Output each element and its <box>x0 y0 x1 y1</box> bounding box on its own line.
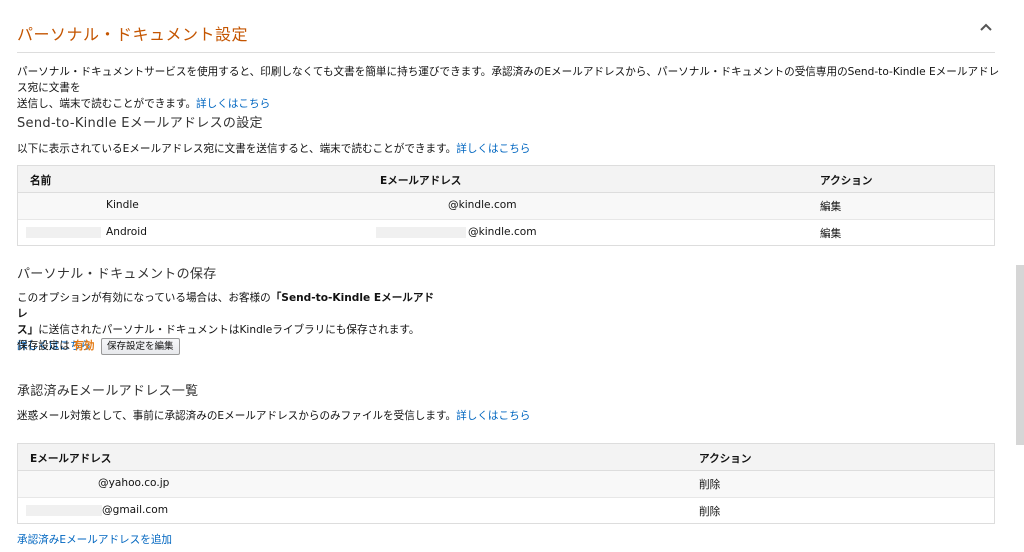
status-value: 有効 <box>73 340 95 352</box>
table-row: @gmail.com 削除 <box>18 497 994 523</box>
column-header-email: Eメールアドレス <box>380 175 462 187</box>
column-header-action: アクション <box>820 175 873 187</box>
send-to-kindle-description: 以下に表示されているEメールアドレス宛に文書を送信すると、端末で読むことができま… <box>17 143 531 155</box>
add-approved-email-link[interactable]: 承認済みEメールアドレスを追加 <box>17 532 172 548</box>
section-title: パーソナル・ドキュメント設定 <box>17 25 249 44</box>
scrollbar-thumb[interactable] <box>1016 265 1024 445</box>
chevron-up-icon <box>980 23 992 31</box>
approved-email: @gmail.com <box>102 504 169 516</box>
edit-link[interactable]: 編集 <box>820 199 841 214</box>
delete-link[interactable]: 削除 <box>699 504 720 519</box>
column-header-name: 名前 <box>30 175 52 187</box>
column-header-email: Eメールアドレス <box>30 453 112 465</box>
approved-list-heading: 承認済みEメールアドレス一覧 <box>17 384 199 399</box>
approved-email: @yahoo.co.jp <box>98 477 170 489</box>
device-email: @kindle.com <box>468 226 537 238</box>
table-row: Android @kindle.com 編集 <box>18 219 994 245</box>
redacted-text <box>26 505 102 516</box>
column-header-action: アクション <box>699 453 752 465</box>
table-row: Kindle @kindle.com 編集 <box>18 193 994 219</box>
device-name: Kindle <box>106 199 139 211</box>
device-email: @kindle.com <box>448 199 517 211</box>
divider <box>17 52 995 53</box>
send-to-kindle-table: 名前 Eメールアドレス アクション Kindle @kindle.com 編集 … <box>17 165 995 246</box>
device-name: Android <box>106 226 147 238</box>
edit-link[interactable]: 編集 <box>820 226 841 241</box>
send-to-kindle-heading: Send-to-Kindle Eメールアドレスの設定 <box>17 116 263 131</box>
delete-link[interactable]: 削除 <box>699 477 720 492</box>
collapse-button[interactable] <box>978 20 994 36</box>
approved-list-description: 迷惑メール対策として、事前に承認済みのEメールアドレスからのみファイルを受信しま… <box>17 410 531 422</box>
edit-archive-settings-button[interactable]: 保存設定を編集 <box>101 338 180 355</box>
table-header: Eメールアドレス アクション <box>18 444 994 471</box>
approved-email-table: Eメールアドレス アクション @yahoo.co.jp 削除 @gmail.co… <box>17 443 995 524</box>
learn-more-link[interactable]: 詳しくはこちら <box>196 98 270 110</box>
redacted-text <box>376 227 466 238</box>
learn-more-link[interactable]: 詳しくはこちら <box>456 143 530 155</box>
redacted-text <box>26 227 101 238</box>
table-header: 名前 Eメールアドレス アクション <box>18 166 994 193</box>
archive-heading: パーソナル・ドキュメントの保存 <box>17 267 217 282</box>
intro-text: パーソナル・ドキュメントサービスを使用すると、印刷しなくても文書を簡単に持ち運び… <box>17 66 1000 110</box>
archive-status: 保存設定は 有効 <box>17 340 95 352</box>
learn-more-link[interactable]: 詳しくはこちら <box>456 410 530 422</box>
table-row: @yahoo.co.jp 削除 <box>18 471 994 497</box>
